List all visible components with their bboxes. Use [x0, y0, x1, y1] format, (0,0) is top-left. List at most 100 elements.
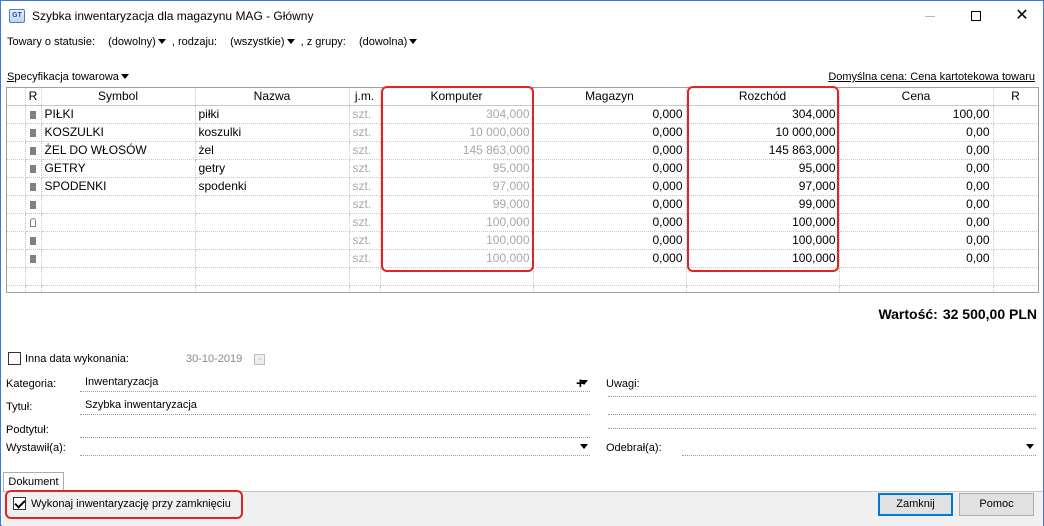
table-row[interactable] [7, 285, 1038, 292]
cell-warehouse[interactable]: 0,000 [533, 177, 687, 196]
default-price-link[interactable]: Domyślna cena: Cena kartotekowa towaru [828, 71, 1035, 83]
cell-name[interactable] [195, 267, 350, 286]
header-price[interactable]: Cena [839, 88, 994, 106]
cell-warehouse[interactable]: 0,000 [533, 213, 687, 232]
date-field[interactable]: 30-10-2019 [186, 353, 242, 365]
cell-name[interactable] [195, 285, 350, 292]
cell-price[interactable]: 0,00 [839, 195, 994, 214]
header-warehouse[interactable]: Magazyn [533, 88, 687, 106]
table-row[interactable]: szt. 100,000 0,000 100,000 0,00 [7, 231, 1038, 250]
header-name[interactable]: Nazwa [195, 88, 350, 106]
row-selector[interactable] [7, 213, 26, 232]
other-date-option[interactable]: Inna data wykonania: [8, 352, 129, 365]
cell-name[interactable] [195, 231, 350, 250]
add-category-button[interactable]: + [576, 375, 585, 392]
title-input[interactable]: Szybka inwentaryzacja [80, 397, 590, 415]
cell-warehouse[interactable]: 0,000 [533, 159, 687, 178]
cell-outflow[interactable]: 10 000,000 [686, 123, 840, 142]
header-r[interactable]: R [25, 88, 42, 106]
cell-symbol[interactable]: GETRY [41, 159, 196, 178]
cell-symbol[interactable] [41, 285, 196, 292]
cell-price[interactable]: 100,00 [839, 105, 994, 124]
other-date-checkbox[interactable] [8, 352, 21, 365]
header-r2[interactable]: R [993, 88, 1038, 106]
header-symbol[interactable]: Symbol [41, 88, 196, 106]
table-row[interactable]: szt. 99,000 0,000 99,000 0,00 [7, 195, 1038, 214]
cell-symbol[interactable] [41, 213, 196, 232]
cell-outflow[interactable]: 99,000 [686, 195, 840, 214]
cell-warehouse[interactable] [533, 285, 687, 292]
cell-symbol[interactable] [41, 249, 196, 268]
cell-symbol[interactable] [41, 195, 196, 214]
cell-symbol[interactable]: SPODENKI [41, 177, 196, 196]
items-grid[interactable]: R Symbol Nazwa j.m. Komputer Magazyn Roz… [6, 87, 1039, 293]
status-filter-dropdown[interactable]: (dowolny) [108, 36, 166, 48]
cell-name[interactable]: spodenki [195, 177, 350, 196]
received-by-select[interactable] [682, 438, 1036, 456]
table-row[interactable]: SPODENKI spodenki szt. 97,000 0,000 97,000 0,0… [7, 177, 1038, 196]
cell-warehouse[interactable]: 0,000 [533, 123, 687, 142]
cell-warehouse[interactable]: 0,000 [533, 231, 687, 250]
tab-document[interactable]: Dokument [3, 472, 64, 492]
cell-warehouse[interactable]: 0,000 [533, 195, 687, 214]
header-selector[interactable] [7, 88, 26, 106]
group-filter-dropdown[interactable]: (dowolna) [359, 36, 418, 48]
row-selector[interactable] [7, 267, 26, 286]
table-row[interactable]: szt. 100,000 0,000 100,000 0,00 [7, 213, 1038, 232]
cell-outflow[interactable]: 145 863,000 [686, 141, 840, 160]
cell-symbol[interactable]: PIŁKI [41, 105, 196, 124]
cell-price[interactable]: 0,00 [839, 123, 994, 142]
cell-price[interactable] [839, 285, 994, 292]
cell-outflow[interactable] [686, 267, 840, 286]
cell-name[interactable] [195, 195, 350, 214]
row-selector[interactable] [7, 141, 26, 160]
cell-price[interactable]: 0,00 [839, 231, 994, 250]
cell-name[interactable] [195, 249, 350, 268]
row-selector[interactable] [7, 231, 26, 250]
execute-option[interactable]: Wykonaj inwentaryzację przy zamknięciu [13, 497, 231, 510]
calendar-icon[interactable]: ▫ [254, 354, 265, 365]
table-row[interactable]: ŻEL DO WŁOSÓW żel szt. 145 863,000 0,000 145 … [7, 141, 1038, 160]
row-selector[interactable] [7, 195, 26, 214]
subtitle-input[interactable] [80, 420, 590, 438]
table-row[interactable]: szt. 100,000 0,000 100,000 0,00 [7, 249, 1038, 268]
specification-menu[interactable]: Specyfikacja towarowa [7, 71, 129, 83]
header-outflow[interactable]: Rozchód [686, 88, 840, 106]
table-row[interactable]: KOSZULKI koszulki szt. 10 000,000 0,000 10 00… [7, 123, 1038, 142]
notes-line-1[interactable] [608, 383, 1036, 397]
cell-outflow[interactable]: 304,000 [686, 105, 840, 124]
execute-checkbox[interactable] [13, 497, 26, 510]
cell-price[interactable]: 0,00 [839, 177, 994, 196]
cell-outflow[interactable]: 100,000 [686, 213, 840, 232]
cell-name[interactable]: koszulki [195, 123, 350, 142]
cell-name[interactable]: żel [195, 141, 350, 160]
close-button[interactable]: Zamknij [878, 493, 953, 516]
row-selector[interactable] [7, 105, 26, 124]
notes-line-2[interactable] [608, 401, 1036, 415]
issued-by-select[interactable] [80, 438, 590, 456]
row-selector[interactable] [7, 285, 26, 292]
cell-price[interactable]: 0,00 [839, 159, 994, 178]
row-selector[interactable] [7, 177, 26, 196]
cell-warehouse[interactable]: 0,000 [533, 105, 687, 124]
cell-price[interactable] [839, 267, 994, 286]
type-filter-dropdown[interactable]: (wszystkie) [230, 36, 295, 48]
cell-warehouse[interactable] [533, 267, 687, 286]
cell-outflow[interactable] [686, 285, 840, 292]
cell-warehouse[interactable]: 0,000 [533, 141, 687, 160]
row-selector[interactable] [7, 123, 26, 142]
cell-name[interactable] [195, 213, 350, 232]
cell-outflow[interactable]: 100,000 [686, 231, 840, 250]
cell-outflow[interactable]: 95,000 [686, 159, 840, 178]
cell-price[interactable]: 0,00 [839, 213, 994, 232]
cell-warehouse[interactable]: 0,000 [533, 249, 687, 268]
cell-price[interactable]: 0,00 [839, 141, 994, 160]
notes-line-3[interactable] [608, 415, 1036, 429]
cell-symbol[interactable] [41, 231, 196, 250]
cell-symbol[interactable]: KOSZULKI [41, 123, 196, 142]
cell-price[interactable]: 0,00 [839, 249, 994, 268]
help-button[interactable]: Pomoc [959, 493, 1034, 516]
row-selector[interactable] [7, 249, 26, 268]
cell-symbol[interactable] [41, 267, 196, 286]
category-select[interactable]: Inwentaryzacja [80, 374, 590, 392]
